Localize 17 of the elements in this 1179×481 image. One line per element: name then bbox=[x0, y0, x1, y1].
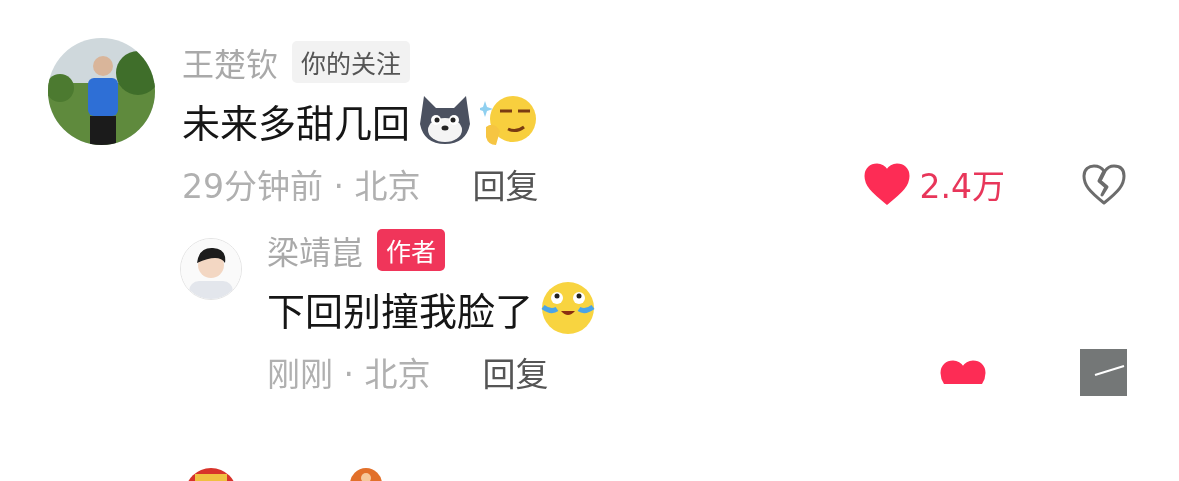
reply-button[interactable]: 回复 bbox=[472, 160, 539, 208]
following-badge: 你的关注 bbox=[292, 41, 411, 83]
broken-heart-icon[interactable] bbox=[1081, 163, 1127, 205]
smirk-emoji-icon bbox=[480, 93, 538, 147]
square-icon bbox=[1080, 348, 1127, 396]
author-badge: 作者 bbox=[377, 229, 446, 271]
reply-button[interactable]: 回复 bbox=[482, 348, 549, 396]
time-location: 29分钟前 · 北京 bbox=[182, 166, 421, 208]
heart-icon[interactable] bbox=[940, 360, 986, 384]
heart-icon[interactable] bbox=[863, 163, 910, 205]
author-name[interactable]: 王楚钦 bbox=[182, 39, 278, 85]
comment-text: 未来多甜几回 bbox=[182, 100, 410, 148]
time-location: 刚刚 · 北京 bbox=[267, 354, 431, 396]
comment-text: 下回别撞我脸了 bbox=[267, 288, 533, 336]
author-name[interactable]: 梁靖崑 bbox=[267, 227, 363, 273]
like-button[interactable]: 2.4万 bbox=[863, 160, 1005, 208]
crying-laugh-emoji-icon bbox=[539, 281, 597, 335]
